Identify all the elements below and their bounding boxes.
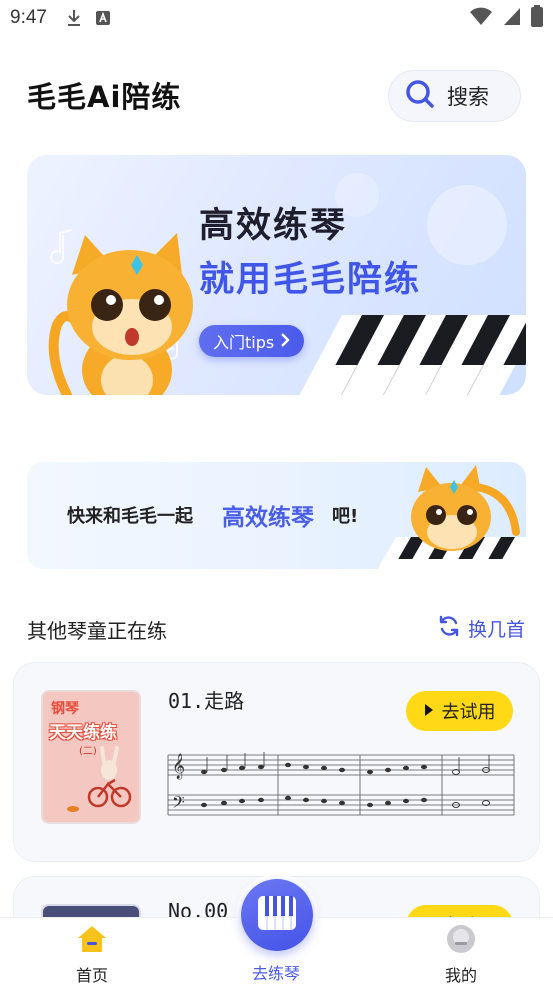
svg-text:𝄢: 𝄢: [172, 792, 185, 816]
promo-cat-illustration: [376, 465, 526, 569]
svg-text:𝄞: 𝄞: [172, 753, 185, 779]
nav-practice-label[interactable]: 去练琴: [226, 960, 326, 984]
home-icon: [76, 924, 108, 958]
cover-main-title: 天天练练: [49, 723, 117, 743]
section-title: 其他琴童正在练: [27, 619, 167, 643]
hero-banner[interactable]: 高效练琴 就用毛毛陪练 入门tips: [27, 155, 526, 395]
practice-fab[interactable]: [236, 874, 318, 956]
search-icon: [405, 79, 435, 113]
promo-highlight: 高效练琴: [222, 505, 314, 531]
nav-mine-label: 我的: [444, 966, 477, 984]
status-time: 9:47: [10, 7, 47, 28]
nav-home-label: 首页: [75, 966, 108, 984]
promo-banner[interactable]: 快来和毛毛一起 高效练琴 吧!: [27, 462, 526, 569]
search-button[interactable]: 搜索: [388, 70, 521, 122]
nav-home[interactable]: 首页: [42, 924, 142, 984]
sheet-music-preview: 𝄞 𝄢: [167, 752, 515, 816]
song-card[interactable]: 钢琴 天天练练 (二) 01.走路 去试用 𝄞 𝄢: [13, 662, 540, 862]
status-bar: 9:47: [0, 0, 553, 36]
app-notification-icon: [95, 10, 111, 26]
try-button[interactable]: 去试用: [406, 691, 513, 731]
piano-keys-icon: [257, 895, 297, 935]
search-label: 搜索: [447, 85, 489, 109]
practice-fab-inner: [241, 879, 313, 951]
song-title: 01.走路: [168, 689, 245, 713]
refresh-label: 换几首: [468, 619, 526, 641]
song-cover: 钢琴 天天练练 (二): [41, 690, 141, 824]
tips-button[interactable]: 入门tips: [199, 325, 305, 357]
try-button-label: 去试用: [441, 702, 496, 723]
app-title: 毛毛Ai陪练: [27, 80, 182, 114]
refresh-icon: [438, 615, 460, 642]
cat-mascot-icon: [48, 233, 193, 395]
promo-text-before: 快来和毛毛一起: [67, 506, 193, 527]
tips-label: 入门tips: [213, 333, 275, 352]
hero-subheadline: 就用毛毛陪练: [199, 260, 422, 300]
wifi-icon: [469, 6, 493, 31]
chevron-right-icon: [280, 332, 290, 351]
cover-title: 钢琴: [51, 701, 79, 717]
hero-headline: 高效练琴: [199, 206, 348, 246]
profile-icon: [446, 924, 476, 958]
signal-icon: [503, 6, 521, 31]
nav-mine[interactable]: 我的: [411, 924, 511, 984]
download-icon: [65, 8, 83, 28]
refresh-button[interactable]: 换几首: [438, 615, 525, 642]
cover-subtitle: (二): [79, 746, 97, 757]
play-icon: [424, 701, 434, 722]
promo-text-after: 吧!: [332, 506, 359, 527]
battery-icon: [531, 4, 543, 32]
